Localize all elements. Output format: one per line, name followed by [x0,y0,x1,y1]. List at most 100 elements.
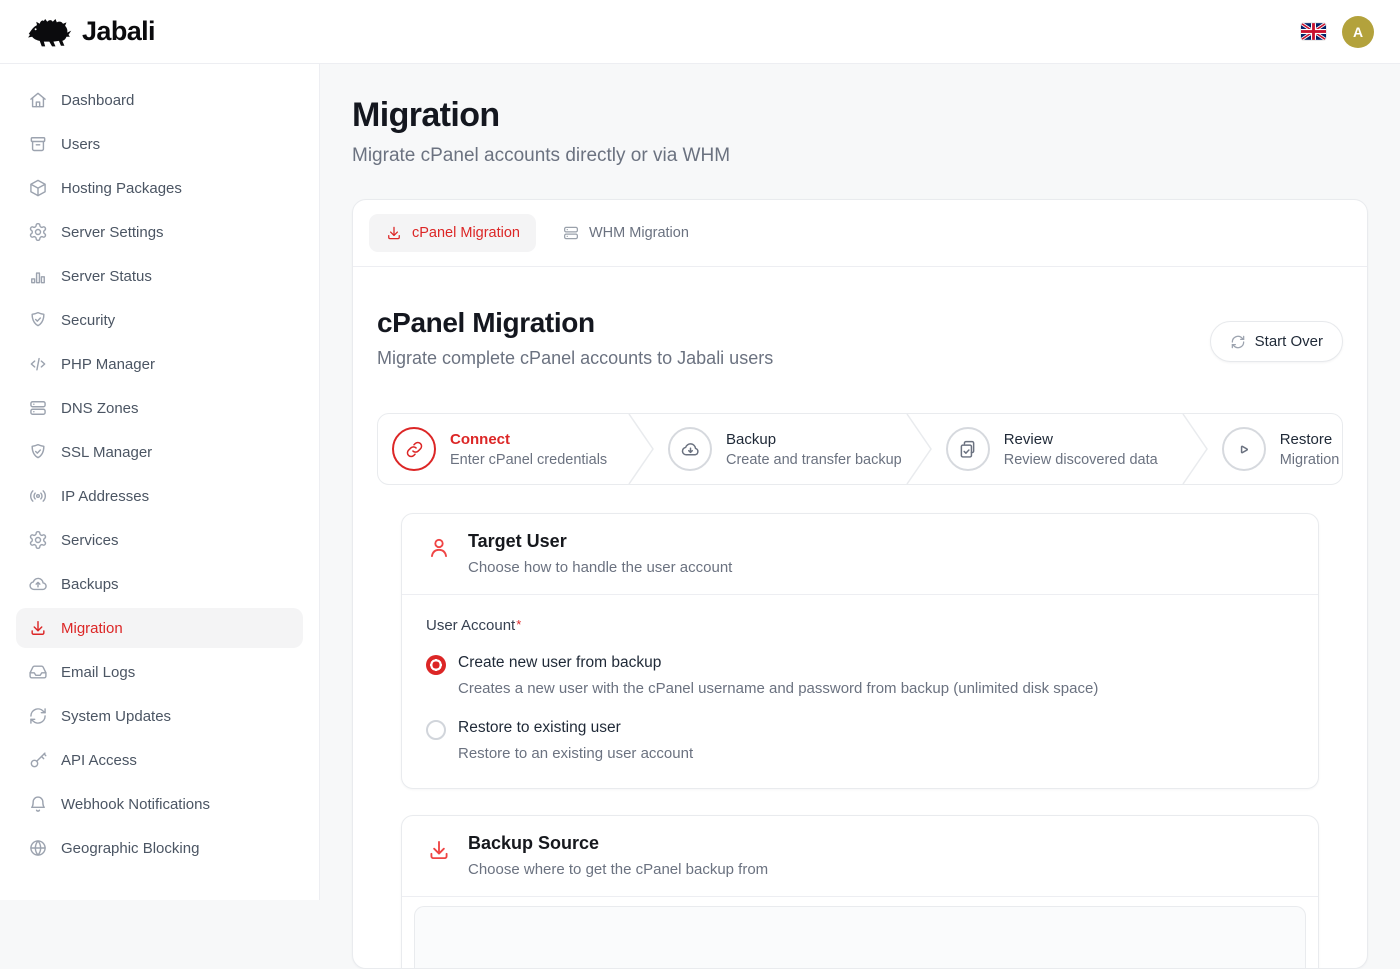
migration-tabbar: cPanel Migration WHM Migration [353,200,1367,267]
page-subtitle: Migrate cPanel accounts directly or via … [352,145,1368,167]
radio-input[interactable] [426,720,446,740]
sidebar-item-label: API Access [61,752,137,769]
sidebar-item-services[interactable]: Services [16,520,303,560]
backup-source-card: Backup Source Choose where to get the cP… [401,815,1319,969]
sidebar-item-security[interactable]: Security [16,300,303,340]
radio-option-restore-to-existing-user[interactable]: Restore to existing userRestore to an ex… [426,719,1294,762]
globe-icon [28,838,48,858]
sidebar-item-label: SSL Manager [61,444,152,461]
wizard-step-restore: RestoreMigration [1208,414,1343,484]
cpanel-migration-panel: cPanel Migration Migrate complete cPanel… [353,267,1367,969]
sidebar-item-hosting-packages[interactable]: Hosting Packages [16,168,303,208]
home-icon [28,90,48,110]
user-avatar[interactable]: A [1342,16,1374,48]
cloud-download-icon [680,439,701,460]
tab-label: WHM Migration [589,225,689,241]
user-account-field-label: User Account* [426,617,1294,634]
sidebar-item-ip-addresses[interactable]: IP Addresses [16,476,303,516]
sidebar-item-label: Services [61,532,119,549]
user-icon [426,535,452,561]
clipboard-check-icon [957,439,978,460]
step-subtitle: Migration [1280,452,1340,468]
uk-flag-icon[interactable] [1301,23,1326,40]
step-circle [668,427,712,471]
section-title: cPanel Migration [377,307,773,339]
radio-option-label: Create new user from backup [458,654,1098,672]
sidebar-item-label: Server Status [61,268,152,285]
step-title: Review [1004,431,1158,448]
migration-card: cPanel Migration WHM Migration cPanel Mig… [352,199,1368,969]
sidebar-item-migration[interactable]: Migration [16,608,303,648]
sidebar-item-label: Hosting Packages [61,180,182,197]
tab-label: cPanel Migration [412,225,520,241]
play-icon [1233,439,1254,460]
sidebar-item-backups[interactable]: Backups [16,564,303,604]
sidebar-item-label: Webhook Notifications [61,796,210,813]
sidebar-item-geographic-blocking[interactable]: Geographic Blocking [16,828,303,868]
bar-chart-icon [28,266,48,286]
sidebar-item-ssl-manager[interactable]: SSL Manager [16,432,303,472]
wizard-step-connect: ConnectEnter cPanel credentials [378,414,628,484]
tab-cpanel-migration[interactable]: cPanel Migration [369,214,536,252]
sidebar-item-label: Email Logs [61,664,135,681]
tab-whm-migration[interactable]: WHM Migration [546,214,705,252]
step-title: Backup [726,431,902,448]
archive-icon [28,134,48,154]
sidebar-item-label: IP Addresses [61,488,149,505]
sidebar-item-system-updates[interactable]: System Updates [16,696,303,736]
brand-name: Jabali [82,16,155,47]
bell-icon [28,794,48,814]
wizard-step-review: Review Review discovered data [932,414,1182,484]
backup-source-body [402,896,1318,969]
brand-logo[interactable]: Jabali [26,12,155,52]
radio-option-description: Creates a new user with the cPanel usern… [458,680,1098,697]
start-over-button[interactable]: Start Over [1210,321,1343,362]
link-icon [404,439,425,460]
start-over-label: Start Over [1255,333,1323,350]
sidebar-item-server-settings[interactable]: Server Settings [16,212,303,252]
target-user-subtitle: Choose how to handle the user account [468,559,732,576]
backup-source-panel [414,906,1306,969]
sidebar-item-php-manager[interactable]: PHP Manager [16,344,303,384]
server-icon [562,224,580,242]
sidebar-item-label: PHP Manager [61,356,155,373]
required-marker: * [516,617,521,632]
server-icon [28,398,48,418]
step-subtitle: Enter cPanel credentials [450,452,607,468]
section-subtitle: Migrate complete cPanel accounts to Jaba… [377,348,773,369]
refresh-icon [1230,334,1246,350]
page-title: Migration [352,96,1368,135]
package-icon [28,178,48,198]
download-icon [28,618,48,638]
sidebar-item-label: Security [61,312,115,329]
target-user-card: Target User Choose how to handle the use… [401,513,1319,789]
wizard-step-backup: BackupCreate and transfer backup [654,414,906,484]
sidebar-item-dashboard[interactable]: Dashboard [16,80,303,120]
gear-icon [28,222,48,242]
sidebar-item-label: Migration [61,620,123,637]
sidebar-item-email-logs[interactable]: Email Logs [16,652,303,692]
step-separator-chevron [628,414,654,484]
sidebar-item-server-status[interactable]: Server Status [16,256,303,296]
sidebar-item-label: Geographic Blocking [61,840,199,857]
sidebar-item-label: Server Settings [61,224,164,241]
target-user-title: Target User [468,531,732,552]
step-circle [392,427,436,471]
step-subtitle: Review discovered data [1004,452,1158,468]
sidebar-nav: Dashboard Users Hosting Packages Server Set… [0,64,320,900]
sidebar-item-label: Dashboard [61,92,134,109]
step-separator-chevron [1182,414,1208,484]
radio-option-label: Restore to existing user [458,719,693,737]
cloud-upload-icon [28,574,48,594]
radio-input[interactable] [426,655,446,675]
sidebar-item-users[interactable]: Users [16,124,303,164]
radio-option-create-new-user-from-backup[interactable]: Create new user from backup Creates a new… [426,654,1294,697]
step-separator-chevron [906,414,932,484]
sidebar-item-webhook-notifications[interactable]: Webhook Notifications [16,784,303,824]
sidebar-item-api-access[interactable]: API Access [16,740,303,780]
refresh-icon [28,706,48,726]
sidebar-item-dns-zones[interactable]: DNS Zones [16,388,303,428]
step-circle [946,427,990,471]
sidebar-item-label: System Updates [61,708,171,725]
step-circle [1222,427,1266,471]
